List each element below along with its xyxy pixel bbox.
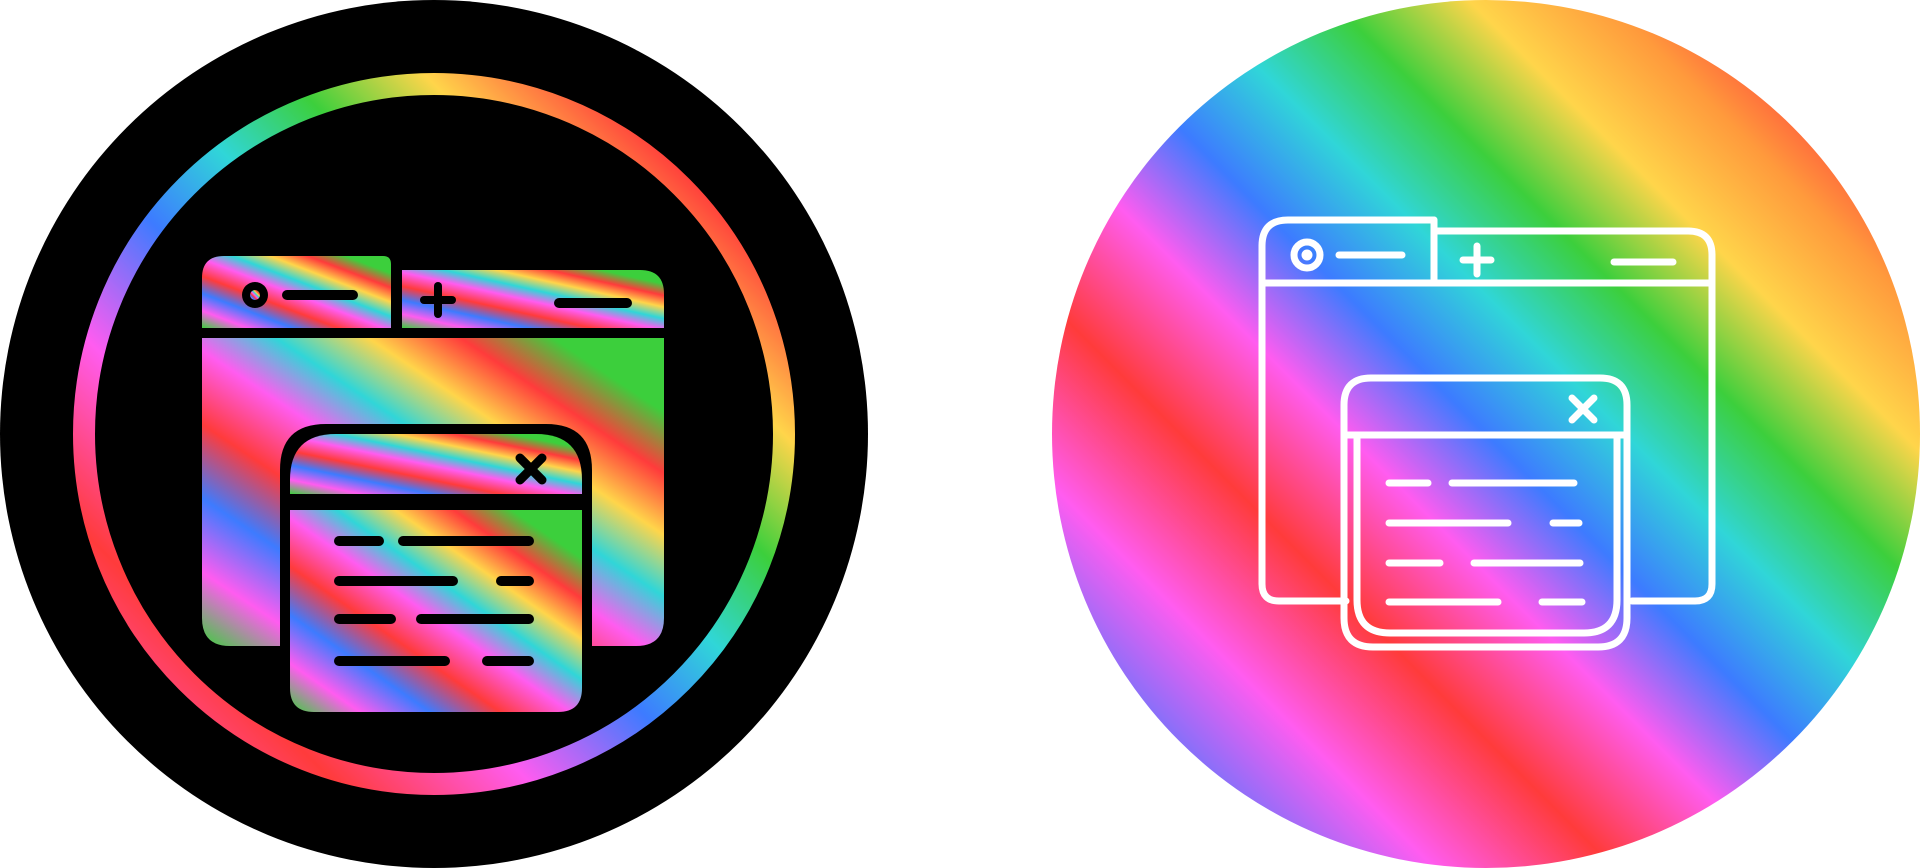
browser-windows-glyph-icon (0, 0, 868, 868)
glyph-front-dialog (290, 434, 582, 712)
browser-windows-line-icon (1052, 0, 1920, 868)
icon-pair-canvas (0, 0, 1920, 868)
